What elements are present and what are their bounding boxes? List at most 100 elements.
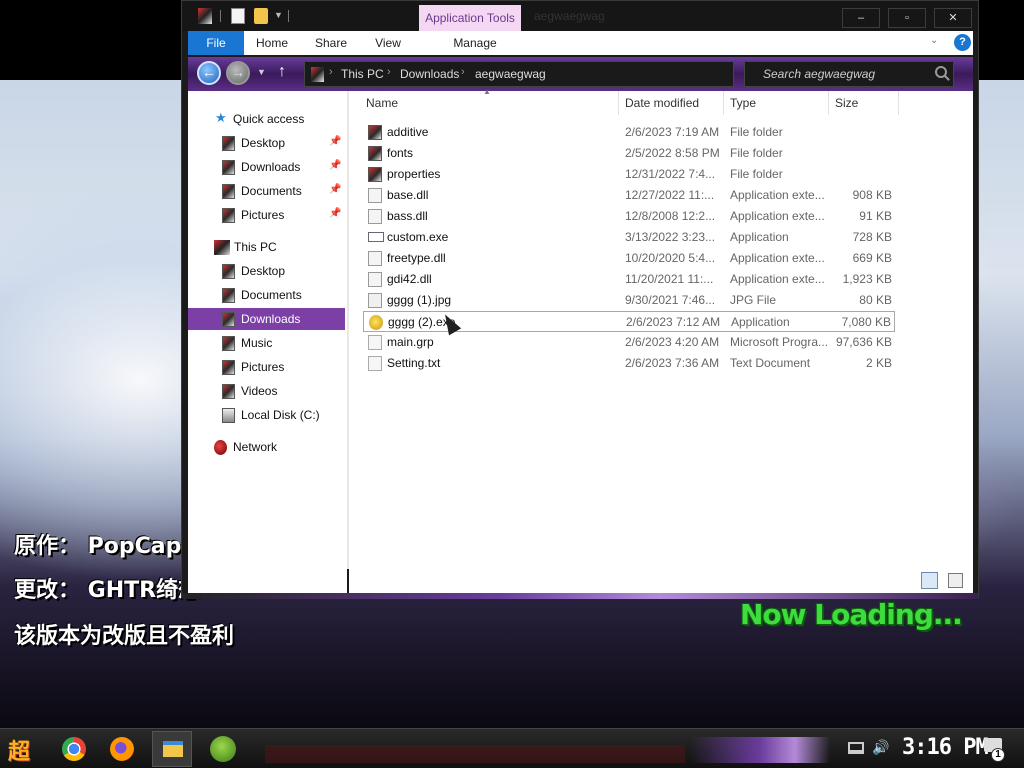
file-type: File folder	[730, 146, 783, 160]
pin-icon[interactable]: 📌	[329, 160, 341, 171]
pin-icon[interactable]: 📌	[329, 208, 341, 219]
nav-quick-desktop[interactable]: Desktop 📌	[188, 132, 345, 154]
nav-quick-access[interactable]: ★ Quick access	[188, 108, 345, 130]
file-row[interactable]: main.grp 2/6/2023 4:20 AM Microsoft Prog…	[363, 332, 895, 353]
taskbar-decoration	[690, 737, 830, 763]
nav-pc-documents[interactable]: Documents	[188, 284, 345, 306]
tab-share[interactable]: Share	[309, 31, 353, 55]
nav-pc-desktop[interactable]: Desktop	[188, 260, 345, 282]
file-type: Application	[731, 315, 790, 329]
details-view-button[interactable]	[921, 572, 938, 589]
file-row[interactable]: base.dll 12/27/2022 11:... Application e…	[363, 185, 895, 206]
back-button[interactable]: ←	[197, 61, 221, 85]
nav-this-pc[interactable]: This PC	[188, 236, 345, 258]
breadcrumb-separator-icon[interactable]: ›	[329, 66, 333, 78]
forward-button[interactable]: →	[226, 61, 250, 85]
large-icons-view-button[interactable]	[948, 573, 963, 588]
folder-icon	[368, 125, 382, 140]
file-row[interactable]: freetype.dll 10/20/2020 5:4... Applicati…	[363, 248, 895, 269]
nav-network[interactable]: Network	[188, 436, 345, 458]
breadcrumb-separator-icon[interactable]: ›	[387, 66, 391, 78]
up-arrow-icon[interactable]: ↑	[278, 63, 286, 81]
new-folder-icon[interactable]	[254, 8, 268, 24]
column-header-date[interactable]: Date modified	[625, 96, 699, 110]
exe-icon	[368, 232, 384, 242]
pin-icon[interactable]: 📌	[329, 184, 341, 195]
network-icon[interactable]	[848, 742, 864, 754]
nav-pc-videos[interactable]: Videos	[188, 380, 345, 402]
file-row[interactable]: Setting.txt 2/6/2023 7:36 AM Text Docume…	[363, 353, 895, 374]
breadcrumb-separator-icon[interactable]: ›	[461, 66, 465, 78]
tab-file[interactable]: File	[188, 31, 244, 55]
column-divider[interactable]	[723, 91, 724, 115]
column-divider[interactable]	[828, 91, 829, 115]
search-icon[interactable]	[935, 66, 947, 78]
chrome-icon[interactable]	[62, 737, 86, 761]
help-icon[interactable]: ?	[954, 34, 971, 51]
file-size: 80 KB	[859, 293, 892, 307]
column-divider[interactable]	[898, 91, 899, 115]
nav-pc-music[interactable]: Music	[188, 332, 345, 354]
clock[interactable]: 3:16 PM	[902, 735, 989, 760]
nav-pc-downloads[interactable]: Downloads	[188, 308, 345, 330]
file-size: 7,080 KB	[841, 315, 891, 329]
start-button[interactable]: 超	[8, 734, 38, 764]
file-name: custom.exe	[387, 230, 449, 244]
breadcrumb-downloads[interactable]: Downloads	[400, 67, 459, 81]
column-header-size[interactable]: Size	[835, 96, 858, 110]
nav-quick-pictures[interactable]: Pictures 📌	[188, 204, 345, 226]
pictures-icon	[222, 208, 235, 223]
window-frame-bottom	[182, 593, 978, 599]
address-path[interactable]: › This PC › Downloads › aegwaegwag	[304, 61, 734, 87]
column-header-type[interactable]: Type	[730, 96, 756, 110]
notification-count-badge: 1	[991, 748, 1005, 762]
game-app-icon[interactable]	[210, 736, 236, 762]
file-size: 728 KB	[852, 230, 892, 244]
column-header-name[interactable]: Name	[366, 96, 398, 110]
file-row[interactable]: additive 2/6/2023 7:19 AM File folder	[363, 122, 895, 143]
nav-quick-documents[interactable]: Documents 📌	[188, 180, 345, 202]
file-row[interactable]: gdi42.dll 11/20/2021 11:... Application …	[363, 269, 895, 290]
column-divider[interactable]	[618, 91, 619, 115]
nav-local-disk[interactable]: Local Disk (C:)	[188, 404, 345, 426]
search-box[interactable]: Search aegwaegwag	[744, 61, 954, 87]
title-bar[interactable]: ▼ Application Tools aegwaegwag – ▫ ✕	[182, 1, 978, 31]
nav-label: Pictures	[241, 360, 285, 374]
tab-home[interactable]: Home	[250, 31, 294, 55]
file-name: freetype.dll	[387, 251, 446, 265]
recent-locations-chevron-icon[interactable]: ▼	[257, 67, 266, 77]
file-explorer-taskbar-button[interactable]	[152, 731, 192, 767]
image-icon	[368, 293, 382, 308]
search-input[interactable]: Search aegwaegwag	[763, 67, 875, 81]
tab-view[interactable]: View	[366, 31, 410, 55]
nav-quick-downloads[interactable]: Downloads 📌	[188, 156, 345, 178]
breadcrumb-current-folder[interactable]: aegwaegwag	[475, 67, 546, 81]
properties-icon[interactable]	[231, 8, 245, 24]
maximize-button[interactable]: ▫	[888, 8, 926, 28]
computer-icon	[214, 240, 230, 255]
file-size: 1,923 KB	[842, 272, 892, 286]
breadcrumb-this-pc[interactable]: This PC	[341, 67, 384, 81]
ribbon-tabs: File Home Share View Manage ⌄ ?	[188, 31, 973, 55]
application-tools-tab[interactable]: Application Tools	[419, 5, 521, 31]
pin-icon[interactable]: 📌	[329, 136, 341, 147]
star-icon: ★	[215, 110, 227, 125]
desktop-icon	[222, 264, 235, 279]
downloads-icon	[222, 160, 235, 175]
expand-ribbon-chevron-icon[interactable]: ⌄	[930, 35, 938, 46]
firefox-icon[interactable]	[110, 737, 134, 761]
app-icon[interactable]	[198, 8, 212, 24]
file-row[interactable]: custom.exe 3/13/2022 3:23... Application…	[363, 227, 895, 248]
file-row[interactable]: bass.dll 12/8/2008 12:2... Application e…	[363, 206, 895, 227]
minimize-button[interactable]: –	[842, 8, 880, 28]
tab-manage[interactable]: Manage	[425, 31, 525, 55]
file-row[interactable]: gggg (1).jpg 9/30/2021 7:46... JPG File …	[363, 290, 895, 311]
customize-toolbar-chevron-icon[interactable]: ▼	[274, 10, 283, 20]
volume-icon[interactable]: 🔊	[872, 739, 889, 756]
file-row[interactable]: properties 12/31/2022 7:4... File folder	[363, 164, 895, 185]
close-button[interactable]: ✕	[934, 8, 972, 28]
file-row[interactable]: fonts 2/5/2022 8:58 PM File folder	[363, 143, 895, 164]
file-name: properties	[387, 167, 441, 181]
file-date: 2/6/2023 7:36 AM	[625, 356, 720, 370]
nav-pc-pictures[interactable]: Pictures	[188, 356, 345, 378]
